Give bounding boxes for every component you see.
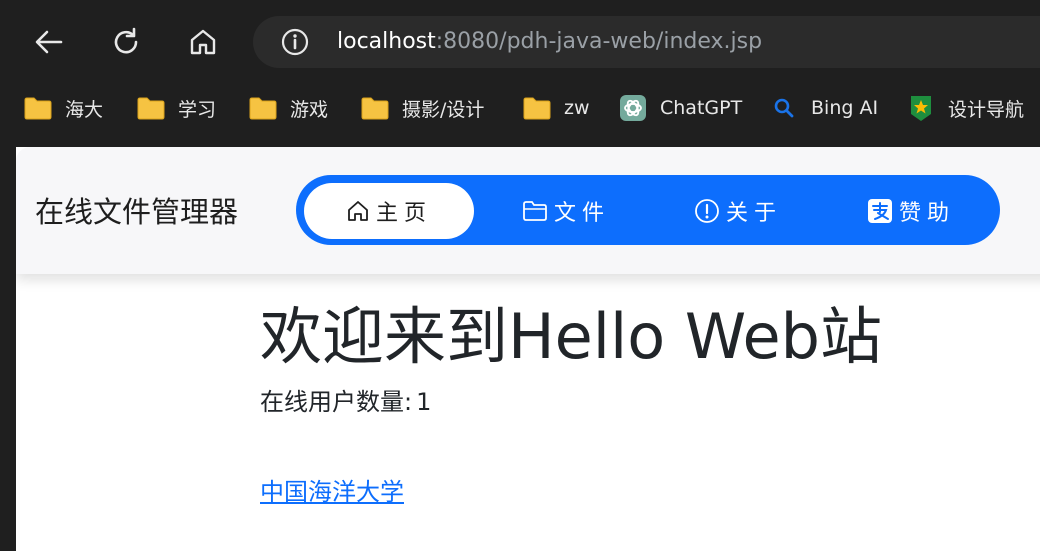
bookmark-label: 海大 bbox=[65, 98, 104, 121]
alipay-icon bbox=[867, 199, 892, 223]
folder-icon bbox=[137, 96, 165, 120]
browser-chrome: localhost:8080/pdh-java-web/index.jsp 海大… bbox=[0, 0, 1040, 147]
nav-item-label: 文件 bbox=[553, 201, 610, 226]
bookmark-item[interactable]: zw bbox=[523, 93, 590, 123]
bookmark-label: 游戏 bbox=[290, 98, 329, 121]
online-users: 在线用户数量: 1 bbox=[260, 387, 882, 417]
nav-item-about[interactable]: 关于 bbox=[668, 183, 808, 239]
bookmark-item[interactable]: 游戏 bbox=[249, 93, 328, 123]
url-host: localhost bbox=[337, 29, 436, 54]
bookmark-item[interactable]: 摄影/设计 bbox=[361, 93, 484, 123]
url-path: :8080/pdh-java-web/index.jsp bbox=[435, 29, 763, 54]
bookmark-label: 摄影/设计 bbox=[402, 98, 485, 121]
address-bar[interactable]: localhost:8080/pdh-java-web/index.jsp bbox=[253, 16, 1040, 68]
nav-pill-group: 主页 文件 关于 赞助 bbox=[296, 175, 1000, 245]
bookmarks-bar: 海大 学习 游戏 摄影/设计 zw ChatGPT Bing AI 设计导航 bbox=[0, 86, 1040, 130]
folder-icon bbox=[523, 201, 547, 221]
bookmark-label: zw bbox=[564, 97, 590, 119]
bookmark-item[interactable]: 设计导航 bbox=[907, 93, 1024, 123]
folder-icon bbox=[249, 96, 277, 120]
site-navbar: 在线文件管理器 主页 文件 关于 赞助 bbox=[16, 147, 1040, 274]
url-text[interactable]: localhost:8080/pdh-java-web/index.jsp bbox=[337, 29, 762, 55]
university-link[interactable]: 中国海洋大学 bbox=[260, 477, 404, 507]
main-content: 欢迎来到Hello Web站 在线用户数量: 1 中国海洋大学 bbox=[260, 297, 883, 506]
back-arrow-icon bbox=[35, 30, 63, 54]
nav-item-label: 关于 bbox=[725, 201, 782, 226]
bookmark-label: 设计导航 bbox=[948, 98, 1025, 121]
home-button[interactable] bbox=[183, 22, 223, 62]
chatgpt-icon bbox=[619, 95, 647, 121]
folder-icon bbox=[24, 96, 52, 120]
site-info-icon[interactable] bbox=[281, 28, 309, 56]
search-icon bbox=[770, 96, 798, 120]
online-users-label: 在线用户数量: bbox=[260, 388, 413, 416]
bookmark-item[interactable]: 海大 bbox=[24, 93, 103, 123]
online-users-count: 1 bbox=[416, 388, 432, 416]
bookmark-label: 学习 bbox=[178, 98, 217, 121]
info-circle-icon bbox=[695, 199, 719, 223]
nav-item-label: 赞助 bbox=[898, 201, 955, 226]
home-icon bbox=[348, 201, 368, 221]
welcome-heading: 欢迎来到Hello Web站 bbox=[260, 300, 883, 373]
reload-button[interactable] bbox=[106, 22, 146, 62]
back-button[interactable] bbox=[29, 22, 69, 62]
nav-item-home[interactable]: 主页 bbox=[304, 183, 474, 239]
bookmark-label: Bing AI bbox=[811, 97, 879, 119]
nav-item-files[interactable]: 文件 bbox=[496, 183, 636, 239]
web-page: 在线文件管理器 主页 文件 关于 赞助 欢迎来到Hello Web站 在线用户数… bbox=[16, 147, 1040, 551]
browser-side-edge bbox=[0, 147, 16, 551]
reload-icon bbox=[114, 27, 138, 54]
bookmark-item[interactable]: Bing AI bbox=[770, 93, 878, 123]
bookmark-item[interactable]: 学习 bbox=[137, 93, 216, 123]
bookmark-item[interactable]: ChatGPT bbox=[619, 93, 742, 123]
folder-icon bbox=[361, 96, 389, 120]
browser-toolbar: localhost:8080/pdh-java-web/index.jsp bbox=[0, 0, 1040, 86]
home-icon bbox=[190, 29, 216, 55]
bookmark-label: ChatGPT bbox=[660, 97, 743, 119]
nav-item-sponsor[interactable]: 赞助 bbox=[841, 183, 981, 239]
star-badge-icon bbox=[907, 96, 935, 121]
nav-item-label: 主页 bbox=[375, 201, 432, 226]
folder-icon bbox=[523, 96, 551, 120]
site-brand[interactable]: 在线文件管理器 bbox=[35, 194, 238, 230]
